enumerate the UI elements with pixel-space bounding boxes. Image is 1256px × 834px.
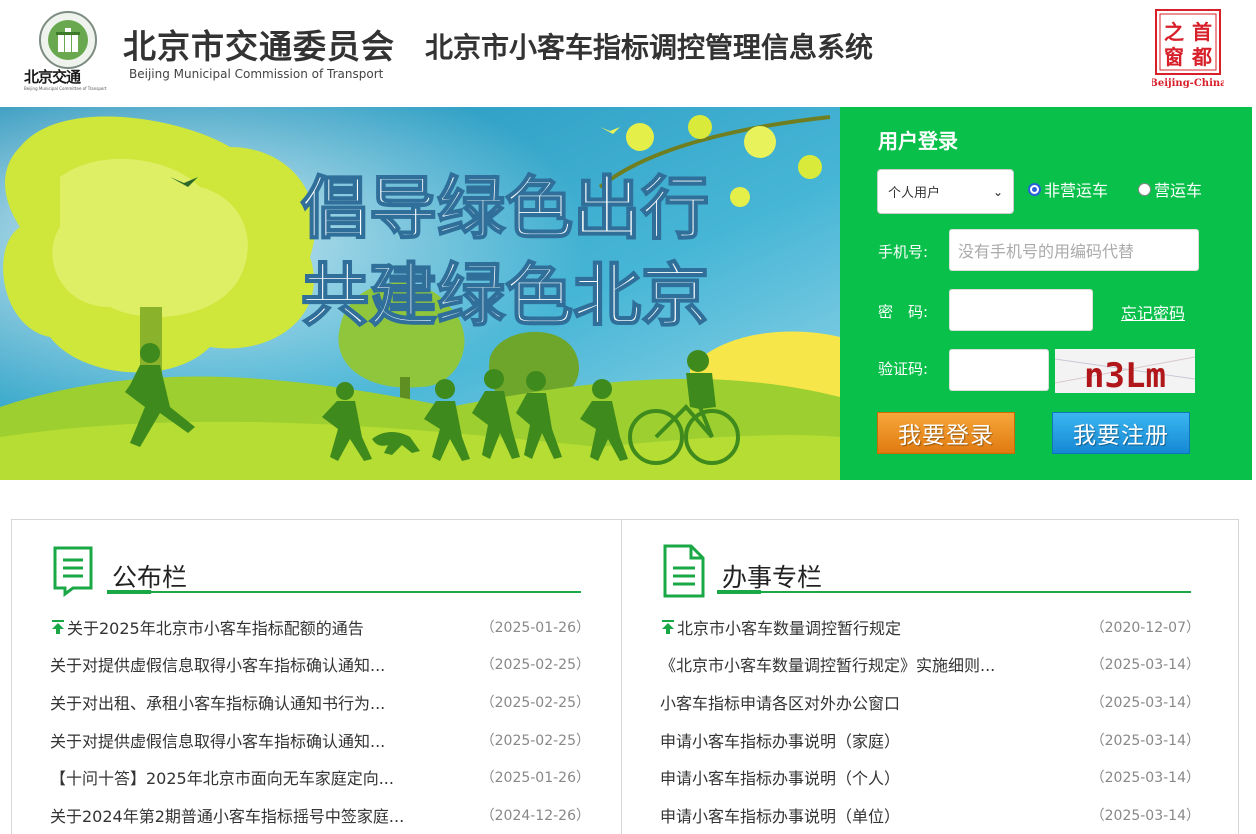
chevron-down-icon: ⌄ xyxy=(992,184,1003,199)
news-date: （2025-02-25） xyxy=(480,694,590,711)
captcha-input[interactable] xyxy=(949,349,1049,391)
news-title: 【十问十答】2025年北京市面向无车家庭定向... xyxy=(50,769,394,789)
title-underline xyxy=(717,590,1191,594)
list-item[interactable]: 申请小客车指标办事说明（个人） （2025-03-14） xyxy=(660,758,1200,796)
org-name-en: Beijing Municipal Commission of Transpor… xyxy=(129,67,384,81)
capital-logo-char: 窗 xyxy=(1164,45,1184,69)
banner-slogan-line2: 共建绿色北京 xyxy=(301,257,709,336)
news-date: （2025-02-25） xyxy=(480,657,590,674)
news-title: 关于对提供虚假信息取得小客车指标确认通知... xyxy=(50,731,386,751)
news-title: 申请小客车指标办事说明（家庭） xyxy=(660,731,901,751)
pin-top-icon xyxy=(52,619,64,634)
capital-window-logo-icon[interactable]: 首 都 之 窗 Beijing-China xyxy=(1152,8,1224,90)
document-list-icon xyxy=(663,544,705,598)
services-list: 北京市小客车数量调控暂行规定 （2020-12-07） 《北京市小客车数量调控暂… xyxy=(660,608,1200,834)
captcha-text: n3Lm xyxy=(1084,356,1166,393)
news-title: 小客车指标申请各区对外办公窗口 xyxy=(660,693,901,713)
radio-operating[interactable]: 营运车 xyxy=(1138,177,1202,201)
news-date: （2025-03-14） xyxy=(1090,657,1200,674)
news-title: 关于2024年第2期普通小客车指标摇号中签家庭... xyxy=(50,806,405,826)
news-date: （2025-03-14） xyxy=(1090,770,1200,787)
user-type-select[interactable]: 个人用户 ⌄ xyxy=(877,169,1014,214)
bulletin-panel: 公布栏 关于2025年北京市小客车指标配额的通告 （2025-01-26） 关于… xyxy=(12,520,620,834)
news-date: （2020-12-07） xyxy=(1090,619,1200,636)
captcha-image[interactable]: n3Lm xyxy=(1055,349,1195,393)
list-item[interactable]: 关于2024年第2期普通小客车指标摇号中签家庭... （2024-12-26） xyxy=(50,796,590,834)
login-panel: 用户登录 个人用户 ⌄ 非营运车 营运车 手机号: 没有手机号的用编码代替 密 … xyxy=(840,107,1252,480)
user-type-selected: 个人用户 xyxy=(888,186,941,201)
services-panel: 办事专栏 北京市小客车数量调控暂行规定 （2020-12-07） 《北京市小客车… xyxy=(622,520,1230,834)
capital-logo-char: 都 xyxy=(1191,45,1212,69)
scroll-notice-icon xyxy=(53,546,93,597)
news-date: （2025-01-26） xyxy=(480,770,590,787)
news-title: 关于2025年北京市小客车指标配额的通告 xyxy=(67,618,364,638)
captcha-label: 验证码: xyxy=(878,360,929,378)
list-item[interactable]: 关于2025年北京市小客车指标配额的通告 （2025-01-26） xyxy=(50,608,590,646)
news-title: 申请小客车指标办事说明（个人） xyxy=(660,769,901,789)
list-item[interactable]: 北京市小客车数量调控暂行规定 （2020-12-07） xyxy=(660,608,1200,646)
news-title: 关于对出租、承租小客车指标确认通知书行为... xyxy=(50,693,386,713)
org-name: 北京市交通委员会 xyxy=(123,27,395,66)
services-title: 办事专栏 xyxy=(722,563,823,592)
list-item[interactable]: 关于对出租、承租小客车指标确认通知书行为... （2025-02-25） xyxy=(50,683,590,721)
list-item[interactable]: 【十问十答】2025年北京市面向无车家庭定向... （2025-01-26） xyxy=(50,758,590,796)
phone-label: 手机号: xyxy=(878,243,929,261)
password-label: 密 码: xyxy=(878,303,929,321)
news-date: （2025-01-26） xyxy=(480,619,590,636)
system-title: 北京市小客车指标调控管理信息系统 xyxy=(425,31,874,64)
news-date: （2025-03-14） xyxy=(1090,694,1200,711)
list-item[interactable]: 关于对提供虚假信息取得小客车指标确认通知... （2025-02-25） xyxy=(50,646,590,684)
list-item[interactable]: 关于对提供虚假信息取得小客车指标确认通知... （2025-02-25） xyxy=(50,721,590,759)
news-title: 北京市小客车数量调控暂行规定 xyxy=(677,618,902,638)
phone-input[interactable]: 没有手机号的用编码代替 xyxy=(949,229,1199,271)
news-date: （2024-12-26） xyxy=(480,807,590,824)
banner-slogan: 倡导绿色出行 共建绿色北京 xyxy=(300,169,710,337)
capital-logo-en: Beijing-China xyxy=(1152,78,1224,89)
news-title: 关于对提供虚假信息取得小客车指标确认通知... xyxy=(50,656,386,676)
news-date: （2025-02-25） xyxy=(480,732,590,749)
logo-text: 北京交通 xyxy=(24,68,81,86)
radio-operating-label: 营运车 xyxy=(1154,181,1203,200)
list-item[interactable]: 《北京市小客车数量调控暂行规定》实施细则... （2025-03-14） xyxy=(660,646,1200,684)
phone-placeholder: 没有手机号的用编码代替 xyxy=(958,242,1135,261)
login-title: 用户登录 xyxy=(878,129,958,153)
pin-top-icon xyxy=(662,619,674,634)
news-title: 《北京市小客车数量调控暂行规定》实施细则... xyxy=(660,656,996,676)
news-date: （2025-03-14） xyxy=(1090,807,1200,824)
news-title: 申请小客车指标办事说明（单位） xyxy=(660,806,901,826)
site-header: 北京交通 Beijing Municipal Committee of Tran… xyxy=(0,0,1256,107)
radio-checked-icon xyxy=(1028,182,1041,196)
news-date: （2025-03-14） xyxy=(1090,732,1200,749)
radio-non-operating-label: 非营运车 xyxy=(1044,181,1109,200)
title-underline xyxy=(107,590,581,594)
list-item[interactable]: 申请小客车指标办事说明（家庭） （2025-03-14） xyxy=(660,721,1200,759)
list-item[interactable]: 申请小客车指标办事说明（单位） （2025-03-14） xyxy=(660,796,1200,834)
capital-logo-char: 首 xyxy=(1192,20,1212,44)
bulletin-title: 公布栏 xyxy=(112,563,188,592)
capital-logo-char: 之 xyxy=(1164,20,1184,44)
content-panels: 公布栏 关于2025年北京市小客车指标配额的通告 （2025-01-26） 关于… xyxy=(11,519,1239,834)
radio-unchecked-icon xyxy=(1138,182,1151,196)
green-travel-banner: 倡导绿色出行 共建绿色北京 xyxy=(0,107,840,480)
register-button[interactable]: 我要注册 xyxy=(1052,412,1190,454)
list-item[interactable]: 小客车指标申请各区对外办公窗口 （2025-03-14） xyxy=(660,683,1200,721)
login-button[interactable]: 我要登录 xyxy=(877,412,1015,454)
password-input[interactable] xyxy=(949,289,1093,331)
logo-subtext: Beijing Municipal Committee of Transport xyxy=(24,86,107,91)
beijing-transport-emblem-icon xyxy=(39,11,97,69)
bulletin-list: 关于2025年北京市小客车指标配额的通告 （2025-01-26） 关于对提供虚… xyxy=(50,608,590,834)
forgot-password-link[interactable]: 忘记密码 xyxy=(1121,300,1185,324)
banner-slogan-line1: 倡导绿色出行 xyxy=(301,170,709,249)
radio-non-operating[interactable]: 非营运车 xyxy=(1028,177,1108,201)
